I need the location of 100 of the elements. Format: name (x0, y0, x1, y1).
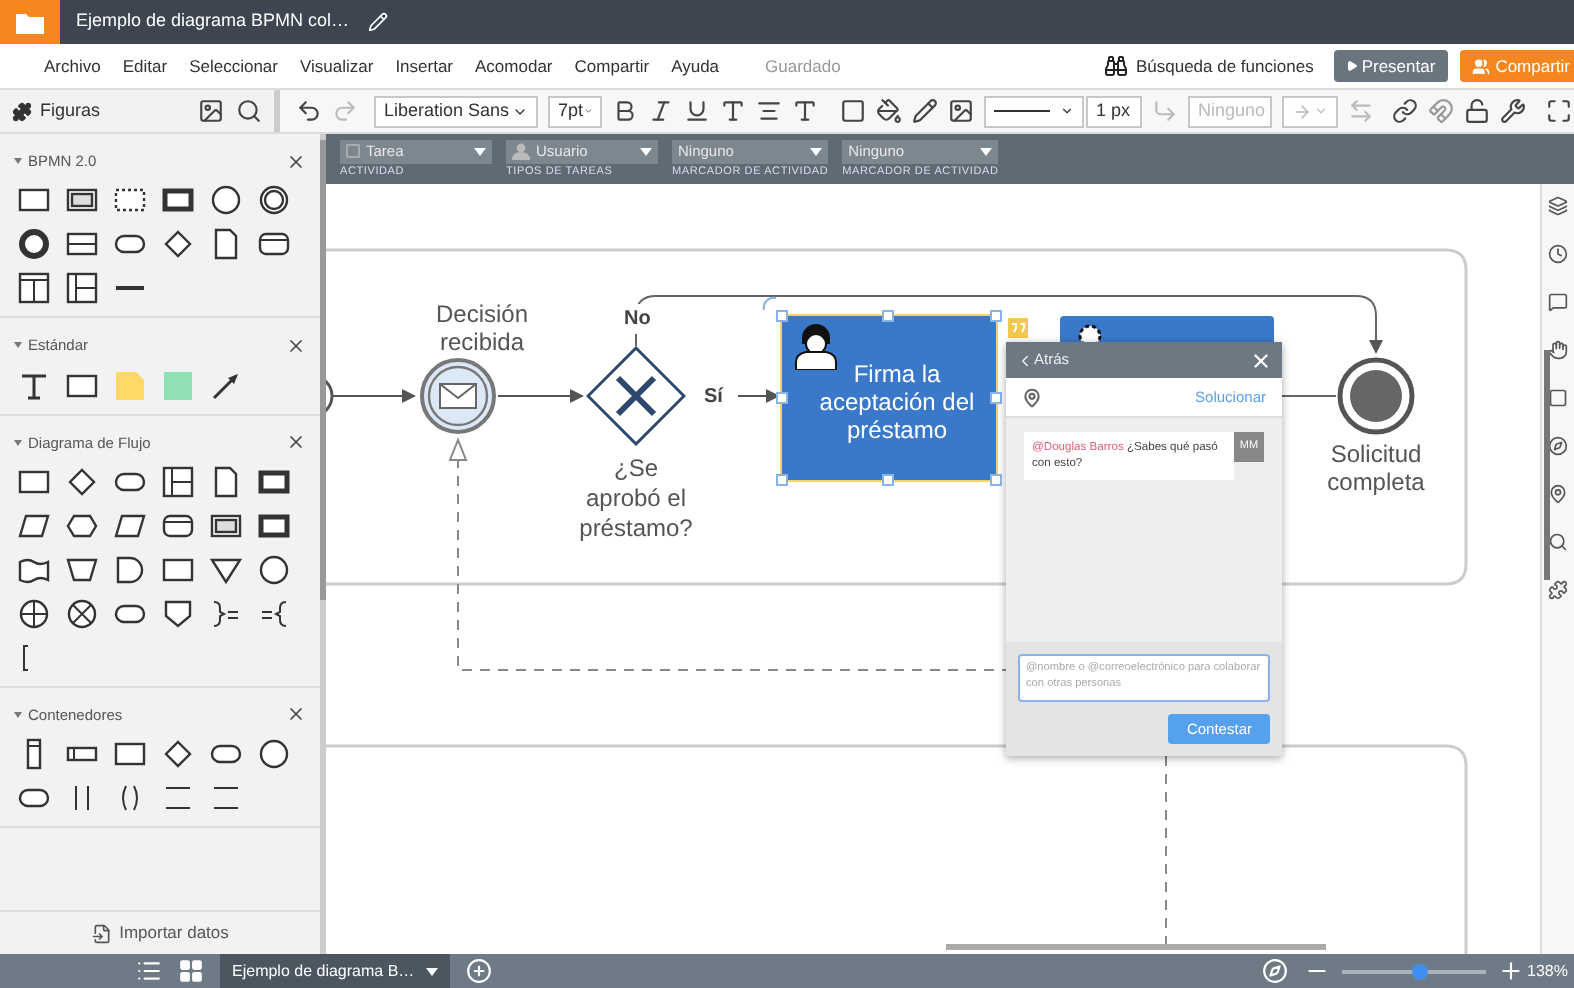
lock-icon[interactable] (1464, 98, 1490, 124)
zoom-in-icon[interactable] (1497, 958, 1524, 984)
shape-icon[interactable] (66, 553, 98, 586)
shape-icon[interactable] (66, 369, 98, 401)
side-tool-icon[interactable] (1548, 484, 1568, 504)
shape-icon[interactable] (114, 738, 146, 770)
shape-icon[interactable] (114, 509, 146, 542)
magnet-icon[interactable] (1428, 98, 1454, 124)
paint-bucket-icon[interactable] (876, 98, 902, 124)
line-style-select[interactable] (984, 95, 1084, 127)
shape-icon[interactable] (258, 553, 290, 586)
close-icon[interactable] (286, 151, 306, 172)
menu-item[interactable]: Insertar (395, 53, 454, 79)
shape-icon[interactable] (18, 597, 50, 630)
resize-handle[interactable] (990, 392, 1002, 404)
resize-handle[interactable] (776, 392, 788, 404)
side-tool-icon[interactable] (1548, 388, 1568, 408)
shape-icon[interactable] (210, 228, 242, 261)
shape-icon[interactable] (210, 369, 242, 401)
shape-icon[interactable] (162, 228, 194, 261)
side-tool-icon[interactable] (1548, 340, 1568, 360)
close-icon[interactable] (286, 432, 306, 453)
shape-icon[interactable] (210, 782, 242, 814)
grid-icon[interactable] (178, 958, 204, 984)
image-icon[interactable] (948, 98, 974, 124)
page-tab[interactable]: Ejemplo de diagrama B… (220, 954, 451, 988)
shape-icon[interactable] (162, 465, 194, 498)
resize-handle[interactable] (776, 474, 788, 486)
side-tool-icon[interactable] (1548, 196, 1568, 216)
slider-thumb[interactable] (1412, 963, 1429, 979)
shape-icon[interactable] (258, 509, 290, 542)
resize-handle[interactable] (882, 310, 894, 322)
caret-icon[interactable] (14, 342, 22, 349)
menu-item[interactable]: Seleccionar (189, 53, 278, 79)
close-icon[interactable] (1250, 349, 1272, 371)
shape-icon[interactable] (210, 465, 242, 498)
resize-handle[interactable] (776, 310, 788, 322)
resize-handle[interactable] (990, 474, 1002, 486)
side-tool-icon[interactable] (1548, 436, 1568, 456)
text-color-icon[interactable] (720, 98, 746, 124)
shape-icon[interactable] (18, 184, 50, 217)
shape-icon[interactable] (162, 184, 194, 217)
feature-search-link[interactable]: Búsqueda de funciones (1135, 53, 1314, 79)
shape-icon[interactable] (210, 184, 242, 217)
link-icon[interactable] (1392, 98, 1418, 124)
shape-icon[interactable] (66, 272, 98, 305)
caret-icon[interactable] (14, 439, 22, 446)
shape-icon[interactable] (162, 553, 194, 586)
shape-icon[interactable] (18, 553, 50, 586)
caret-icon[interactable] (14, 711, 22, 718)
shape-icon[interactable] (66, 465, 98, 498)
shape-icon[interactable] (210, 597, 242, 630)
menu-item[interactable]: Editar (122, 53, 168, 79)
search-icon[interactable] (236, 98, 262, 124)
font-select[interactable]: Liberation Sans (374, 95, 538, 127)
side-tool-icon[interactable] (1548, 292, 1568, 312)
shape-icon[interactable] (18, 465, 50, 498)
binoculars-icon[interactable] (1103, 54, 1128, 78)
bold-icon[interactable] (612, 98, 638, 124)
close-icon[interactable] (286, 335, 306, 356)
shape-icon[interactable] (66, 184, 98, 217)
shape-icon[interactable] (18, 228, 50, 261)
shape-icon[interactable] (210, 509, 242, 542)
shape-icon[interactable] (162, 509, 194, 542)
task-shape[interactable] (1060, 316, 1274, 342)
shape-icon[interactable] (258, 228, 290, 261)
menu-item[interactable]: Archivo (44, 53, 101, 79)
close-icon[interactable] (286, 704, 306, 725)
shape-icon[interactable] (210, 553, 242, 586)
shape-icon[interactable] (258, 597, 290, 630)
add-page-icon[interactable] (466, 958, 493, 984)
task-shape[interactable]: Firma la aceptación del préstamo (782, 316, 996, 480)
menu-item[interactable]: Visualizar (299, 53, 374, 79)
scrollbar[interactable] (1544, 350, 1550, 580)
underline-icon[interactable] (684, 98, 710, 124)
menu-item[interactable]: Compartir (574, 53, 650, 79)
shape-icon[interactable] (258, 184, 290, 217)
shape-icon[interactable] (258, 738, 290, 770)
font-size-select[interactable]: 7pt (548, 95, 602, 127)
pin-icon[interactable] (1022, 387, 1042, 407)
caret-icon[interactable] (14, 158, 22, 165)
resize-handle[interactable] (882, 474, 894, 486)
menu-item[interactable]: Acomodar (475, 53, 553, 79)
line-width-field[interactable]: 1 px (1086, 95, 1142, 127)
undo-icon[interactable] (296, 98, 322, 124)
italic-icon[interactable] (648, 98, 674, 124)
text-options-icon[interactable] (792, 98, 818, 124)
shape-icon[interactable] (114, 184, 146, 217)
document-title[interactable]: Ejemplo de diagrama BPMN col… (76, 8, 350, 36)
side-tool-icon[interactable] (1548, 244, 1568, 264)
pencil-icon[interactable] (912, 98, 938, 124)
wrench-icon[interactable] (1500, 98, 1526, 124)
side-tool-icon[interactable] (1548, 580, 1568, 600)
shape-icon[interactable] (18, 272, 50, 305)
shape-icon[interactable] (66, 228, 98, 261)
present-button[interactable]: Presentar (1333, 50, 1448, 82)
shape-icon[interactable] (162, 597, 194, 630)
shape-icon[interactable] (114, 553, 146, 586)
list-icon[interactable] (136, 958, 162, 984)
shape-icon[interactable] (18, 509, 50, 542)
